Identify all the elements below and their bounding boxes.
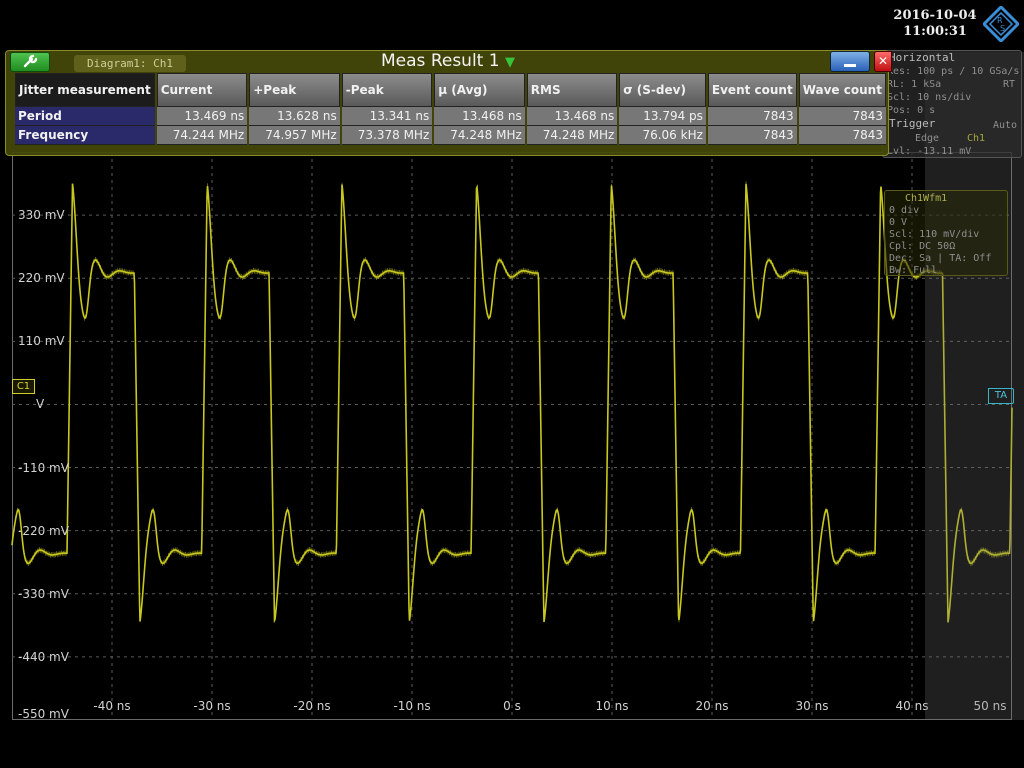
y-tick-label: -220 mV: [18, 523, 69, 538]
close-button[interactable]: ✕: [874, 51, 892, 72]
cell: 7843: [798, 126, 886, 145]
cell: 13.341 ns: [341, 107, 433, 126]
col-header-sdev[interactable]: σ (S-dev): [619, 73, 706, 107]
row-label-frequency: Frequency: [15, 126, 155, 145]
col-header-rms[interactable]: RMS: [526, 73, 618, 107]
col-header-event-count[interactable]: Event count: [707, 73, 797, 107]
y-tick-label: -330 mV: [18, 586, 69, 601]
cell: 13.794 ps: [619, 107, 706, 126]
horizontal-res: Res: 100 ps / 10 GSa/s: [887, 66, 1020, 77]
col-header-current[interactable]: Current: [156, 73, 248, 107]
y-tick-label: 330 mV: [18, 208, 65, 223]
x-tick-label: -30 ns: [193, 699, 231, 713]
y-tick-label: -550 mV: [18, 707, 69, 721]
table-header-row: Jitter measurement Current +Peak -Peak μ…: [15, 73, 886, 107]
trigger-ta-marker[interactable]: TA: [988, 388, 1014, 404]
trigger-source: Ch1: [967, 133, 986, 144]
x-tick-label: 10 ns: [595, 699, 629, 713]
cell: 74.248 MHz: [526, 126, 618, 145]
close-icon: ✕: [877, 54, 889, 68]
y-tick-label: -110 mV: [18, 460, 69, 475]
ch1-waveform-panel[interactable]: Ch1Wfm1 0 div 0 V Scl: 110 mV/div Cpl: D…: [884, 190, 1008, 276]
grid: [12, 152, 1012, 720]
horizontal-position: Pos: 0 s: [887, 105, 936, 116]
cell: 7843: [798, 107, 886, 126]
row-label-period: Period: [15, 107, 155, 126]
x-tick-label: -40 ns: [93, 699, 131, 713]
minimize-icon: [844, 64, 856, 67]
col-header-peak-plus[interactable]: +Peak: [249, 73, 340, 107]
cell: 74.244 MHz: [156, 126, 248, 145]
y-tick-label: 220 mV: [18, 271, 65, 286]
x-tick-label: 30 ns: [795, 699, 829, 713]
col-header-wave-count[interactable]: Wave count: [798, 73, 886, 107]
x-tick-label: 20 ns: [695, 699, 729, 713]
ch1-level-marker[interactable]: C1: [12, 379, 35, 394]
horizontal-title: Horizontal: [889, 51, 956, 64]
minimize-button[interactable]: [830, 51, 870, 72]
cell: 13.628 ns: [249, 107, 340, 126]
col-header-peak-minus[interactable]: -Peak: [341, 73, 433, 107]
col-header-jitter: Jitter measurement: [15, 73, 155, 107]
trigger-level: Lvl: -13.11 mV: [887, 146, 972, 157]
trigger-edge: Edge: [915, 133, 940, 144]
wrench-button[interactable]: [10, 52, 50, 72]
diagram-tag: Diagram1: Ch1: [74, 55, 186, 72]
ch1-trace-persistence: [11, 181, 1013, 623]
cell: 7843: [707, 107, 797, 126]
y-tick-label: 110 mV: [18, 334, 65, 349]
trigger-title: Trigger: [889, 117, 936, 130]
dropdown-triangle-icon[interactable]: ▼: [505, 55, 515, 70]
cell: 74.248 MHz: [434, 126, 525, 145]
cell: 13.468 ns: [434, 107, 525, 126]
x-tick-label: -20 ns: [293, 699, 331, 713]
horizontal-scale: Scl: 10 ns/div: [887, 92, 972, 103]
cell: 7843: [707, 126, 797, 145]
jitter-measurement-table: Jitter measurement Current +Peak -Peak μ…: [13, 73, 888, 145]
horizontal-trigger-panel[interactable]: Horizontal Res: 100 ps / 10 GSa/s RL: 1 …: [882, 50, 1022, 158]
cell: 76.06 kHz: [619, 126, 706, 145]
wfm-bandwidth: Bw: Full: [889, 265, 938, 276]
cell: 13.468 ns: [526, 107, 618, 126]
cell: 13.469 ns: [156, 107, 248, 126]
horizontal-rl: RL: 1 kSa: [887, 79, 942, 90]
y-tick-label: -440 mV: [18, 649, 69, 664]
x-tick-label: 0 s: [503, 699, 521, 713]
y-tick-label: V: [36, 397, 45, 412]
table-row-frequency[interactable]: Frequency 74.244 MHz 74.957 MHz 73.378 M…: [15, 126, 886, 145]
cell: 74.957 MHz: [249, 126, 340, 145]
x-tick-label: -10 ns: [393, 699, 431, 713]
table-row-period[interactable]: Period 13.469 ns 13.628 ns 13.341 ns 13.…: [15, 107, 886, 126]
wrench-icon: [23, 54, 38, 68]
col-header-avg[interactable]: μ (Avg): [434, 73, 525, 107]
cell: 73.378 MHz: [341, 126, 433, 145]
trigger-mode: Auto: [993, 120, 1018, 131]
meas-result-window[interactable]: Meas Result 1 ▼ Diagram1: Ch1 ✕ Jitter m…: [5, 50, 892, 156]
horizontal-rt: RT: [1003, 79, 1016, 90]
meas-result-title-text: Meas Result 1: [381, 51, 500, 71]
